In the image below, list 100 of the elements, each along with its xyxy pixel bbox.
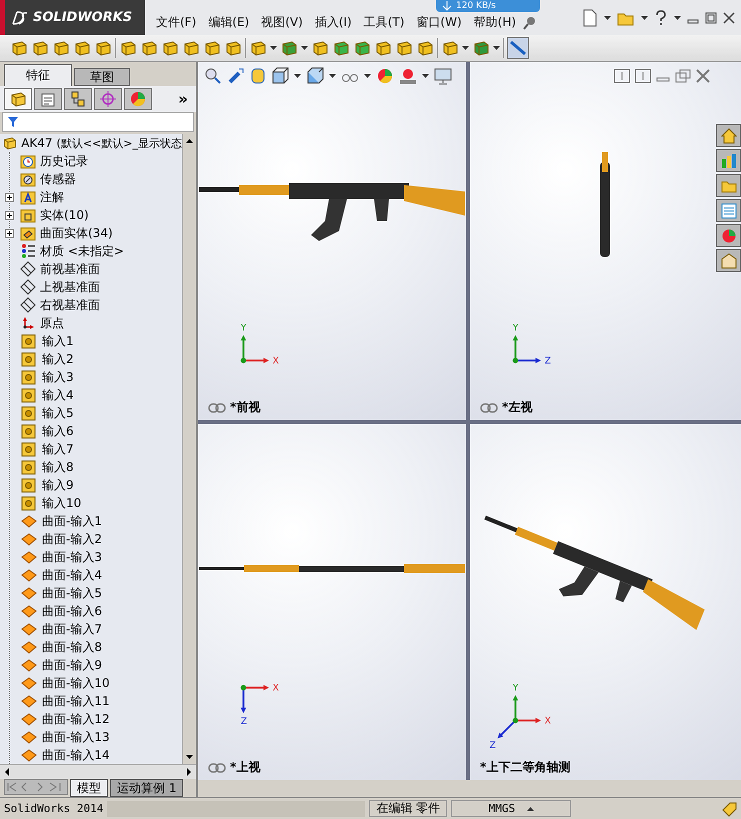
menu-item[interactable]: 编辑(E)	[203, 14, 254, 30]
split-view-icon[interactable]	[614, 69, 630, 83]
dropdown-caret-icon[interactable]	[294, 74, 301, 78]
tree-item[interactable]: 曲面-输入8	[0, 638, 182, 656]
help-icon[interactable]	[654, 10, 668, 26]
new-document-icon[interactable]	[582, 8, 598, 26]
tree-item[interactable]: 曲面-输入14	[0, 746, 182, 764]
dropdown-caret-icon[interactable]	[329, 74, 336, 78]
panel-tab[interactable]: 特征	[4, 64, 72, 86]
section-view-icon[interactable]	[250, 67, 266, 85]
horizontal-scrollbar[interactable]	[0, 764, 196, 779]
view-palette-icon[interactable]	[716, 199, 741, 222]
tree-item[interactable]: 历史记录	[0, 152, 182, 170]
tree-item[interactable]: 实体(10)	[0, 206, 182, 224]
feature-tool-icon[interactable]	[280, 39, 298, 57]
tree-item[interactable]: 曲面实体(34)	[0, 224, 182, 242]
menu-item[interactable]: 窗口(W)	[411, 14, 467, 30]
tree-item[interactable]: 曲面-输入9	[0, 656, 182, 674]
bottom-tab[interactable]: 模型	[70, 779, 108, 797]
units-selector[interactable]: MMGS	[451, 800, 572, 817]
zoom-to-fit-icon[interactable]	[204, 67, 222, 85]
feature-tool-icon[interactable]	[224, 39, 242, 57]
dropdown-caret-icon[interactable]	[674, 16, 681, 20]
tree-item[interactable]: 曲面-输入7	[0, 620, 182, 638]
dropdown-caret-icon[interactable]	[422, 74, 429, 78]
split-view-icon[interactable]	[635, 69, 651, 83]
feature-tool-icon[interactable]	[249, 39, 267, 57]
feature-tool-icon[interactable]	[332, 39, 350, 57]
appearance-icon[interactable]	[716, 224, 741, 247]
instant3d-icon[interactable]	[507, 37, 529, 59]
feature-tool-icon[interactable]	[119, 39, 137, 57]
tree-item[interactable]: 曲面-输入1	[0, 512, 182, 530]
tree-item[interactable]: 输入8	[0, 458, 182, 476]
tree-item[interactable]: 输入2	[0, 350, 182, 368]
folder-icon[interactable]	[716, 174, 741, 197]
display-style-icon[interactable]	[306, 67, 324, 85]
manager-tab[interactable]	[4, 88, 32, 110]
close-icon[interactable]	[696, 69, 710, 83]
menu-item[interactable]: 插入(I)	[310, 14, 357, 30]
scene-icon[interactable]	[399, 67, 417, 85]
tree-item[interactable]: 材质 <未指定>	[0, 242, 182, 260]
menu-item[interactable]: 视图(V)	[256, 14, 308, 30]
filter-field[interactable]	[2, 112, 194, 132]
manager-tab[interactable]	[64, 88, 92, 110]
feature-tool-icon[interactable]	[161, 39, 179, 57]
feature-tool-icon[interactable]	[203, 39, 221, 57]
dropdown-caret-icon[interactable]	[270, 46, 277, 50]
tree-root-item[interactable]: AK47 (默认<<默认>_显示状态	[0, 134, 182, 152]
home-icon[interactable]	[716, 124, 741, 147]
tree-item[interactable]: 原点	[0, 314, 182, 332]
dropdown-caret-icon[interactable]	[493, 46, 500, 50]
vertical-scrollbar[interactable]	[182, 134, 196, 764]
feature-tool-icon[interactable]	[10, 39, 28, 57]
tree-item[interactable]: 输入1	[0, 332, 182, 350]
feature-tool-icon[interactable]	[94, 39, 112, 57]
close-icon[interactable]	[723, 12, 735, 24]
expand-plus-icon[interactable]	[5, 229, 14, 238]
link-icon[interactable]	[480, 402, 498, 412]
feature-tool-icon[interactable]	[416, 39, 434, 57]
design-library-icon[interactable]	[716, 149, 741, 172]
caret-up-icon[interactable]	[527, 806, 534, 810]
tree-item[interactable]: 曲面-输入11	[0, 692, 182, 710]
tree-item[interactable]: 输入3	[0, 368, 182, 386]
feature-tool-icon[interactable]	[31, 39, 49, 57]
feature-tool-icon[interactable]	[395, 39, 413, 57]
feature-tool-icon[interactable]	[441, 39, 459, 57]
tree-item[interactable]: 曲面-输入13	[0, 728, 182, 746]
dropdown-caret-icon[interactable]	[462, 46, 469, 50]
dropdown-caret-icon[interactable]	[604, 16, 611, 20]
tree-item[interactable]: 上视基准面	[0, 278, 182, 296]
feature-tool-icon[interactable]	[472, 39, 490, 57]
tree-item[interactable]: 传感器	[0, 170, 182, 188]
tree-item[interactable]: 输入9	[0, 476, 182, 494]
manager-tab[interactable]	[34, 88, 62, 110]
tree-item[interactable]: 右视基准面	[0, 296, 182, 314]
tree-item[interactable]: 输入4	[0, 386, 182, 404]
expand-tabs-chevron[interactable]: »	[178, 90, 192, 108]
feature-tool-icon[interactable]	[140, 39, 158, 57]
dropdown-caret-icon[interactable]	[301, 46, 308, 50]
zoom-area-icon[interactable]	[227, 67, 245, 85]
feature-tool-icon[interactable]	[52, 39, 70, 57]
tree-item[interactable]: 曲面-输入12	[0, 710, 182, 728]
viewport[interactable]: Y Z *左视	[470, 62, 741, 420]
panel-tab[interactable]: 草图	[74, 68, 130, 86]
viewport[interactable]: Y X Z *上下二等角轴测	[470, 424, 741, 780]
tree-item[interactable]: 曲面-输入6	[0, 602, 182, 620]
tree-item[interactable]: 曲面-输入5	[0, 584, 182, 602]
restore-icon[interactable]	[675, 69, 691, 83]
view-orientation-icon[interactable]	[271, 67, 289, 85]
feature-tool-icon[interactable]	[73, 39, 91, 57]
tree-item[interactable]: 输入10	[0, 494, 182, 512]
monitor-icon[interactable]	[434, 67, 452, 85]
viewport[interactable]: Y X *前视	[198, 62, 466, 420]
tree-item[interactable]: 曲面-输入4	[0, 566, 182, 584]
expand-plus-icon[interactable]	[5, 211, 14, 220]
dropdown-caret-icon[interactable]	[364, 74, 371, 78]
viewport[interactable]: X Z *上视	[198, 424, 466, 780]
tree-item[interactable]: 输入5	[0, 404, 182, 422]
tree-item[interactable]: 曲面-输入3	[0, 548, 182, 566]
tree-item[interactable]: 输入6	[0, 422, 182, 440]
